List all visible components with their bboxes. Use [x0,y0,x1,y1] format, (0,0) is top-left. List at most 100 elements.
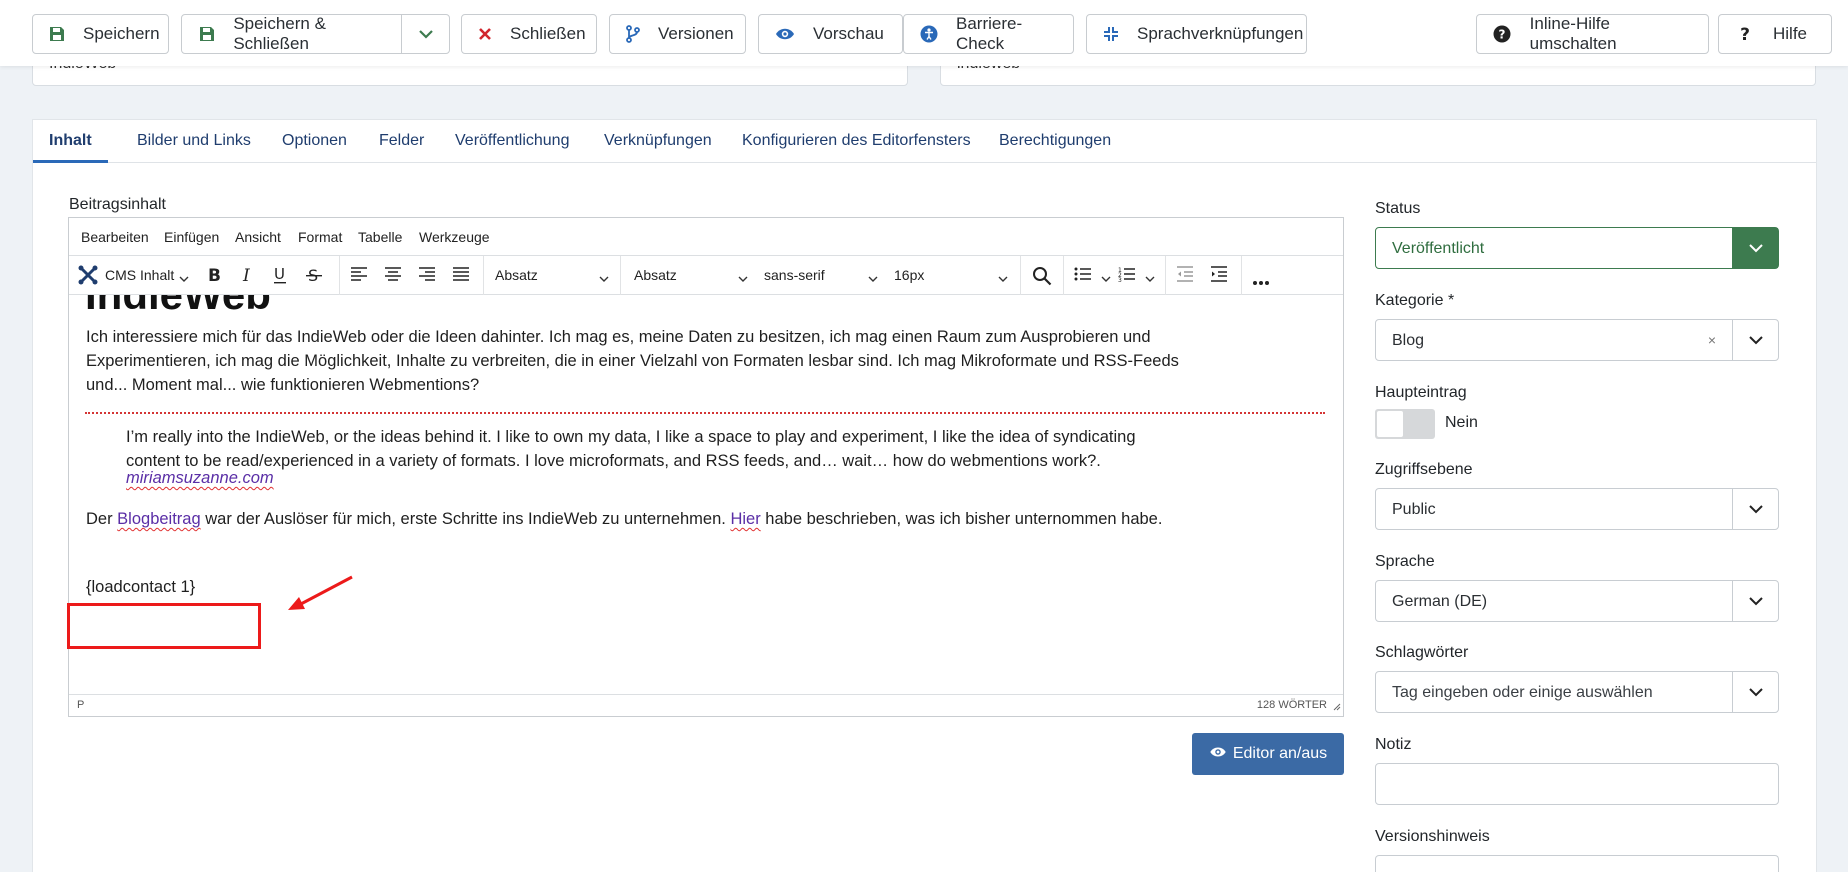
tags-select[interactable]: Tag eingeben oder einige auswählen [1375,671,1779,713]
menu-insert[interactable]: Einfügen [164,229,219,245]
language-select[interactable]: German (DE) [1375,580,1779,622]
editor-toggle-label: Editor an/aus [1232,745,1328,762]
menu-tools[interactable]: Werkzeuge [419,229,490,245]
editor-toolbar: CMS Inhalt B I U S Absatz Absatz sans-se… [69,256,1343,295]
resize-handle-icon[interactable] [1331,701,1341,714]
close-button[interactable]: Schließen [461,14,597,54]
status-value: Veröffentlicht [1392,240,1485,257]
word-count[interactable]: 128 WÖRTER [1257,699,1327,711]
switch-knob [1377,411,1403,437]
chevron-down-icon [1145,269,1155,287]
tab-associations[interactable]: Verknüpfungen [588,120,728,163]
cms-content-dropdown[interactable]: CMS Inhalt [105,267,174,283]
compress-icon [1103,24,1119,44]
save-button[interactable]: Speichern [32,14,169,54]
tab-permissions[interactable]: Berechtigungen [983,120,1127,163]
paragraph-format-dropdown[interactable]: Absatz [634,267,677,283]
menu-edit[interactable]: Bearbeiten [81,229,149,245]
category-value: Blog [1392,332,1425,349]
svg-text:?: ? [1499,28,1506,42]
tags-placeholder: Tag eingeben oder einige auswählen [1392,684,1653,701]
align-center-icon[interactable] [384,266,402,287]
align-left-icon[interactable] [350,266,368,287]
version-note-input[interactable] [1375,855,1779,872]
numbered-list-icon[interactable]: 123 [1118,266,1136,287]
font-size-dropdown[interactable]: 16px [894,267,924,283]
quote-source-link[interactable]: miriamsuzanne.com [126,469,274,487]
help-button[interactable]: ? Hilfe [1718,14,1832,54]
bullet-list-icon[interactable] [1074,266,1092,287]
featured-switch[interactable] [1375,409,1435,439]
language-label: Sprache [1375,553,1435,570]
eye-icon [1209,745,1227,763]
underline-icon[interactable]: U [272,265,288,289]
editor-toggle-button[interactable]: Editor an/aus [1192,733,1344,775]
tab-fields[interactable]: Felder [363,120,440,163]
versions-label: Versionen [658,24,734,43]
status-select[interactable]: Veröffentlicht [1375,227,1779,269]
annotation-arrow-icon [288,575,353,610]
associations-button[interactable]: Sprachverknüpfungen [1086,14,1307,54]
align-right-icon[interactable] [418,266,436,287]
italic-icon[interactable]: I [239,266,255,289]
access-value: Public [1392,501,1436,518]
version-note-label: Versionshinweis [1375,828,1490,845]
tab-bar: Inhalt Bilder und Links Optionen Felder … [33,120,1816,163]
help-label: Hilfe [1773,24,1808,43]
chevron-down-icon [418,29,433,39]
chevron-down-icon [179,269,189,287]
category-select[interactable]: Blog × [1375,319,1779,361]
svg-text:3: 3 [1118,277,1122,282]
chevron-down-icon [1732,320,1778,360]
save-close-label: Speichern & Schließen [233,14,326,53]
tab-options[interactable]: Optionen [266,120,363,163]
save-close-button[interactable]: Speichern & Schließen [181,14,402,54]
save-icon [49,24,65,44]
font-family-dropdown[interactable]: sans-serif [764,267,825,283]
versions-button[interactable]: Versionen [609,14,746,54]
tab-images-links[interactable]: Bilder und Links [121,120,267,163]
element-path[interactable]: P [77,699,84,711]
chevron-down-icon [738,269,748,287]
chevron-down-icon [1732,581,1778,621]
menu-format[interactable]: Format [298,229,342,245]
chevron-down-icon [1732,228,1778,268]
block-format-dropdown[interactable]: Absatz [495,267,538,283]
note-input[interactable] [1375,763,1779,805]
close-icon [478,24,492,44]
quote-source: miriamsuzanne.com [126,466,274,490]
search-replace-icon[interactable] [1032,266,1052,291]
chevron-down-icon [1732,489,1778,529]
associations-label: Sprachverknüpfungen [1137,24,1304,43]
tab-publishing[interactable]: Veröffentlichung [439,120,585,163]
inline-help-toggle-button[interactable]: ? Inline-Hilfe umschalten [1476,14,1709,54]
intro-line-2: Experimentieren, ich mag die Möglichkeit… [86,352,1179,370]
editor-label: Beitragsinhalt [69,196,166,213]
category-clear-icon[interactable]: × [1708,332,1716,348]
tab-content[interactable]: Inhalt [33,120,108,163]
status-label: Status [1375,200,1421,217]
quote-line-1: I’m really into the IndieWeb, or the ide… [126,428,1136,446]
save-options-dropdown[interactable] [401,14,450,54]
blogpost-link[interactable]: Blogbeitrag [117,510,200,528]
preview-button[interactable]: Vorschau [758,14,903,54]
align-justify-icon[interactable] [452,266,470,287]
strikethrough-icon[interactable]: S [306,266,322,289]
indent-icon[interactable] [1210,266,1228,287]
featured-label: Haupteintrag [1375,384,1467,401]
loadcontact-text: {loadcontact 1} [86,578,196,596]
chevron-down-icon [599,269,609,287]
access-select[interactable]: Public [1375,488,1779,530]
here-link[interactable]: Hier [730,510,760,528]
bold-icon[interactable]: B [205,266,221,289]
more-icon[interactable] [1252,273,1270,291]
svg-text:U: U [274,266,285,283]
tab-editor-config[interactable]: Konfigurieren des Editorfensters [726,120,987,163]
accessibility-check-button[interactable]: Barriere-Check [903,14,1074,54]
svg-text:?: ? [1740,25,1750,43]
outdent-icon[interactable] [1176,266,1194,287]
annotation-highlight-box [67,603,261,649]
menu-view[interactable]: Ansicht [235,229,281,245]
menu-table[interactable]: Tabelle [358,229,402,245]
svg-text:B: B [208,266,221,284]
